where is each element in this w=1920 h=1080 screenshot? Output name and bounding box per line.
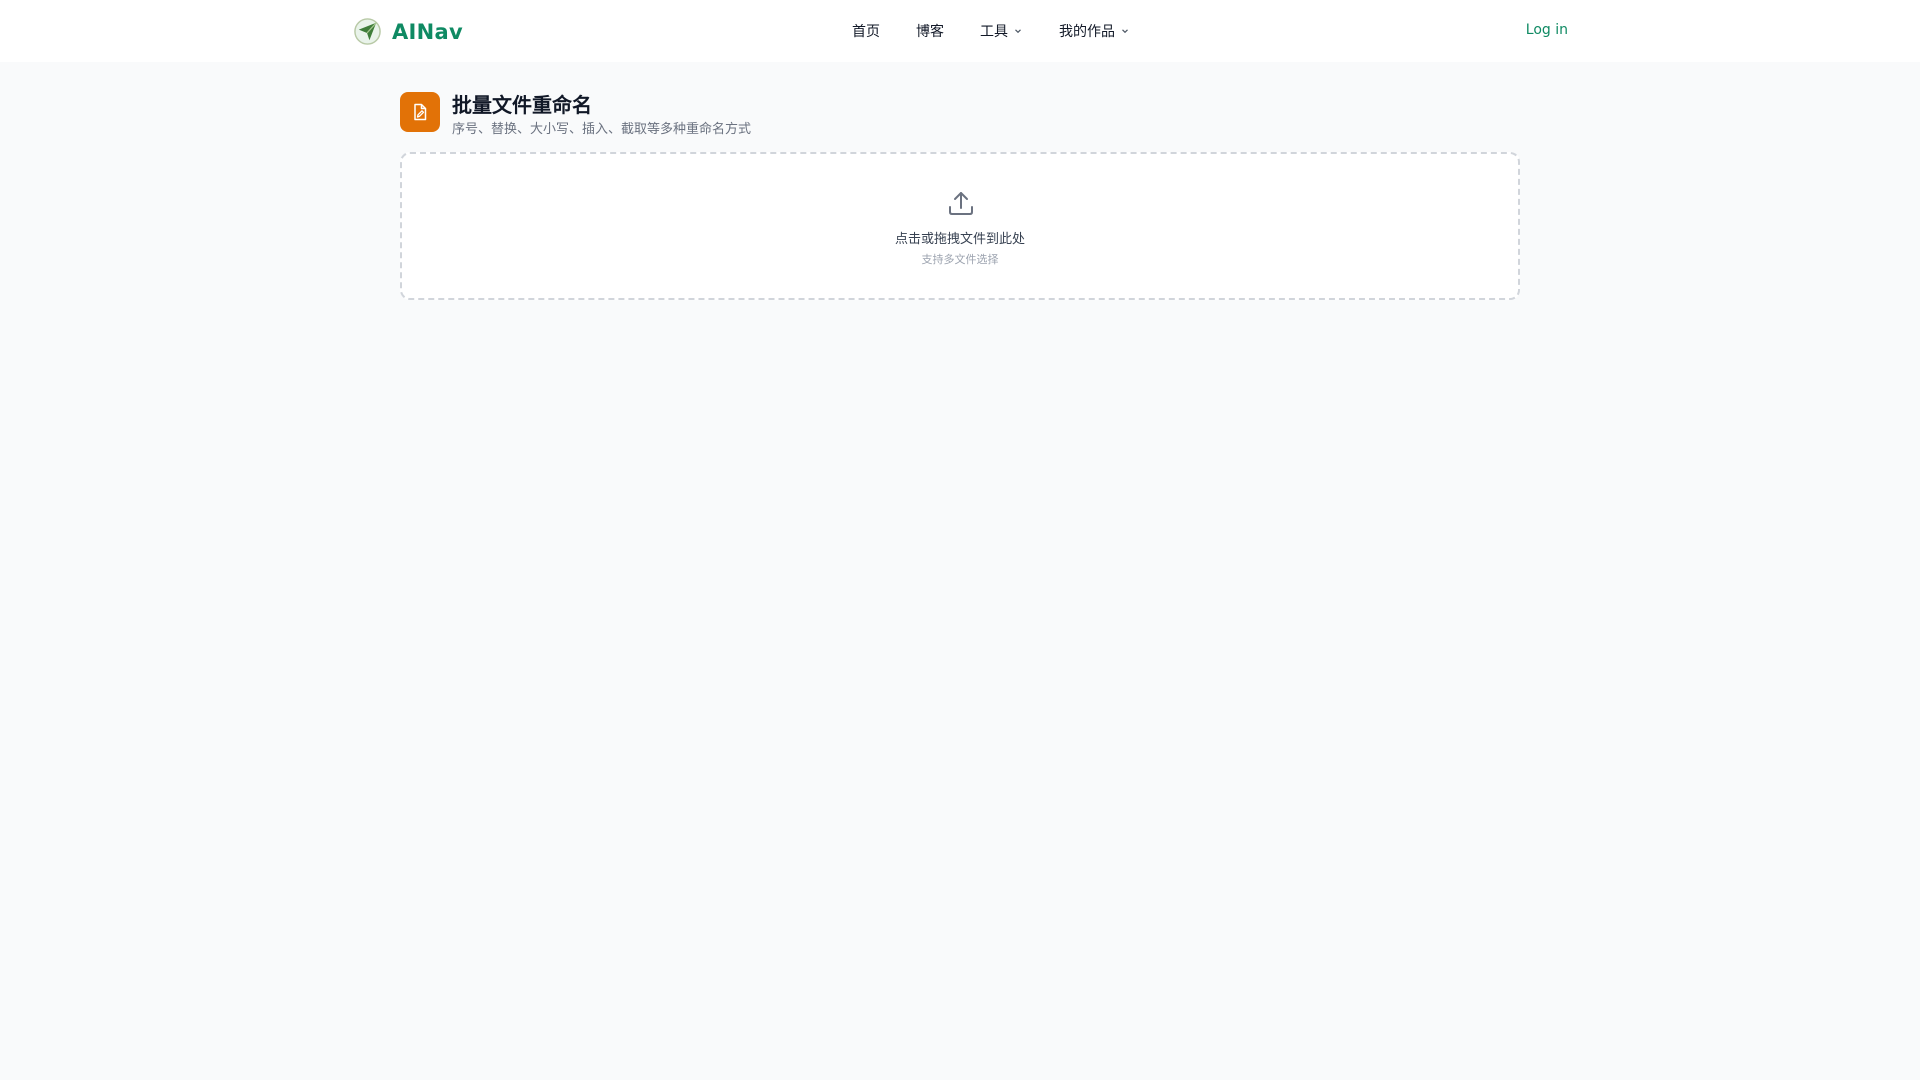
- tool-badge: [400, 92, 440, 132]
- nav-item-my-works[interactable]: 我的作品: [1059, 21, 1130, 41]
- page-title: 批量文件重命名: [452, 93, 592, 117]
- page-subtitle: 序号、替换、大小写、插入、截取等多种重命名方式: [452, 122, 752, 137]
- upload-icon: [949, 192, 973, 215]
- brand-name: AINav: [392, 19, 464, 44]
- paper-plane-logo-icon: [354, 18, 381, 45]
- file-edit-icon: [414, 103, 427, 121]
- dropzone-instruction: 点击或拖拽文件到此处: [894, 232, 1025, 247]
- nav-item-tools[interactable]: 工具: [980, 21, 1023, 41]
- brand-logo[interactable]: AINav: [353, 17, 463, 46]
- top-header: AINav 首页 博客 工具 我的作品 Log in: [0, 0, 1920, 62]
- main-nav: 首页 博客 工具 我的作品: [852, 0, 1130, 62]
- file-dropzone[interactable]: 点击或拖拽文件到此处 支持多文件选择: [400, 152, 1520, 300]
- nav-item-home[interactable]: 首页: [852, 21, 880, 41]
- login-link[interactable]: Log in: [1526, 22, 1568, 38]
- nav-item-label: 博客: [916, 24, 944, 40]
- nav-item-label: 我的作品: [1059, 24, 1115, 40]
- chevron-down-icon: [1122, 29, 1128, 34]
- dropzone-hint: 支持多文件选择: [921, 253, 999, 266]
- nav-item-label: 首页: [852, 24, 880, 40]
- chevron-down-icon: [1015, 29, 1021, 34]
- nav-item-label: 工具: [980, 24, 1008, 40]
- nav-item-blog[interactable]: 博客: [916, 21, 944, 41]
